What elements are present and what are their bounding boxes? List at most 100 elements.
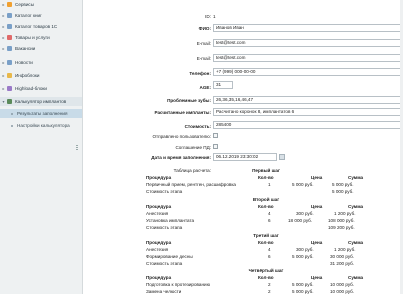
sent-checkbox[interactable] <box>213 133 218 138</box>
teeth-label: Проблемные зубы: <box>167 98 211 103</box>
stage-total-value: 5 000 руб. <box>332 189 354 194</box>
sidebar-item-label: Каталог книг <box>15 13 42 18</box>
header-qty: Кол-во <box>258 275 274 280</box>
sidebar-item-1c-catalog[interactable]: ▸ Каталог товаров 1С <box>0 22 82 31</box>
cell-sum: 5 000 руб. <box>332 182 354 187</box>
sidebar-item-goods[interactable]: ▸ Товары и услуги <box>0 33 82 42</box>
stage-total-value: 31 200 руб. <box>330 261 355 266</box>
sidebar-subitem-results[interactable]: Результаты заполнения <box>0 109 82 118</box>
section-title: Первый шаг <box>252 168 280 173</box>
sidebar-item-label: Товары и услуги <box>15 35 50 40</box>
collapse-arrow-icon[interactable]: ▾ <box>1 99 6 104</box>
agree-checkbox[interactable] <box>213 144 218 149</box>
stage-total-row: Стоимость этапа 31 200 руб. <box>146 261 386 267</box>
sidebar-item-vacancies[interactable]: ▸ Вакансии <box>0 44 82 53</box>
calculator-icon <box>7 99 12 104</box>
cell-qty: 4 <box>268 211 271 216</box>
table-row: Анестезия 4 300 руб. 1 200 руб. <box>146 211 386 217</box>
sidebar-item-label: Калькулятор имплантов <box>15 99 67 104</box>
cell-qty: 6 <box>268 254 271 259</box>
cell-procedure: Замена челюсти <box>146 289 182 294</box>
bullet-icon <box>11 124 13 127</box>
sidebar-item-highload[interactable]: ▸ Highload-блоки <box>0 84 82 93</box>
sidebar-item-label: Highload-блоки <box>15 86 47 91</box>
fio-input[interactable]: Иванов Иван <box>213 24 401 32</box>
header-price: Цена <box>311 240 323 245</box>
cell-price: 5 000 руб. <box>292 289 314 294</box>
header-sum: Сумма <box>348 275 364 280</box>
cell-procedure: Установка имплантата <box>146 218 195 223</box>
highload-icon <box>7 86 12 91</box>
id-label: ID: <box>205 14 211 19</box>
phone-input[interactable]: +7 (999) 000-00-00 <box>213 68 401 76</box>
expand-arrow-icon[interactable]: ▸ <box>1 2 6 7</box>
expand-arrow-icon[interactable]: ▸ <box>1 86 6 91</box>
expand-arrow-icon[interactable]: ▸ <box>1 73 6 78</box>
cell-price: 5 000 руб. <box>292 282 314 287</box>
infoblock-icon <box>7 73 12 78</box>
date-input[interactable]: 06.12.2019 23:30:02 <box>213 153 277 161</box>
table-header: Процедура Кол-во Цена Сумма <box>146 204 386 210</box>
agree-label: Соглашение ПД: <box>175 145 211 150</box>
cost-label: Стоимость: <box>184 124 211 129</box>
email1-label: E-mail: <box>196 41 211 46</box>
table-row: Установка имплантата 6 18 000 руб. 108 0… <box>146 218 386 224</box>
cell-price: 5 000 руб. <box>292 254 314 259</box>
section-title: Четвёртый шаг <box>248 268 284 273</box>
age-input[interactable]: 31 <box>213 81 233 89</box>
sidebar-item-infoblocks[interactable]: ▸ Инфоблоки <box>0 71 82 80</box>
stage-total-row: Стоимость этапа 5 000 руб. <box>146 189 386 195</box>
email2-input[interactable]: test@test.com <box>213 54 401 62</box>
date-label: Дата и время заполнения: <box>151 155 211 160</box>
teeth-input[interactable]: 26,36,35,16,46,47 <box>213 96 401 104</box>
stage-total-label: Стоимость этапа <box>146 189 183 194</box>
expand-arrow-icon[interactable]: ▸ <box>1 60 6 65</box>
header-price: Цена <box>311 204 323 209</box>
cell-price: 300 руб. <box>296 247 314 252</box>
cell-qty: 2 <box>268 282 271 287</box>
cell-procedure: Анестезия <box>146 247 169 252</box>
bullet-icon <box>11 112 13 115</box>
email1-input[interactable]: test@test.com <box>213 39 401 47</box>
sidebar-subitem-label: Настройки калькулятора <box>17 123 70 128</box>
cost-input[interactable]: 285400 <box>213 121 401 129</box>
expand-arrow-icon[interactable]: ▸ <box>1 35 6 40</box>
table-header: Процедура Кол-во Цена Сумма <box>146 175 386 181</box>
header-price: Цена <box>311 175 323 180</box>
sidebar-item-label: Сервисы <box>15 2 35 7</box>
table-row: Замена челюсти 2 5 000 руб. 10 000 руб. <box>146 289 386 295</box>
expand-arrow-icon[interactable]: ▸ <box>1 46 6 51</box>
sidebar-item-book-catalog[interactable]: ▸ Каталог книг <box>0 11 82 20</box>
table-row: Первичный прием, рентген, расшифровка 1 … <box>146 182 386 188</box>
header-qty: Кол-во <box>258 204 274 209</box>
stage-total-label: Стоимость этапа <box>146 225 183 230</box>
sidebar-item-label: Инфоблоки <box>15 73 40 78</box>
table-row: Формирование десны 6 5 000 руб. 30 000 р… <box>146 254 386 260</box>
table-row: Анестезия 4 300 руб. 1 200 руб. <box>146 247 386 253</box>
header-procedure: Процедура <box>146 204 172 209</box>
header-procedure: Процедура <box>146 275 172 280</box>
sidebar-item-services[interactable]: ▸ Сервисы <box>0 0 82 9</box>
sidebar-item-implant-calculator[interactable]: ▾ Калькулятор имплантов <box>0 97 82 106</box>
vacancies-icon <box>7 46 12 51</box>
cell-qty: 2 <box>268 289 271 294</box>
header-qty: Кол-во <box>258 175 274 180</box>
sidebar-subitem-label: Результаты заполнения <box>17 111 68 116</box>
goods-icon <box>7 35 12 40</box>
sidebar-subitem-settings[interactable]: Настройки калькулятора <box>0 121 82 130</box>
calendar-icon[interactable] <box>279 154 285 160</box>
phone-label: Телефон: <box>189 71 211 76</box>
sidebar-item-news[interactable]: ▸ Новости <box>0 58 82 67</box>
cell-sum: 30 000 руб. <box>330 254 355 259</box>
expand-arrow-icon[interactable]: ▸ <box>1 24 6 29</box>
cell-price: 300 руб. <box>296 211 314 216</box>
cell-qty: 1 <box>268 182 271 187</box>
cell-qty: 4 <box>268 247 271 252</box>
expand-arrow-icon[interactable]: ▸ <box>1 13 6 18</box>
cell-procedure: Анестезия <box>146 211 169 216</box>
implants-input[interactable]: Расчитано коронок 8, имплантатов 6 <box>213 108 401 116</box>
header-sum: Сумма <box>348 175 364 180</box>
sidebar-resize-handle[interactable] <box>76 145 78 151</box>
stage-total-label: Стоимость этапа <box>146 261 183 266</box>
news-icon <box>7 60 12 65</box>
